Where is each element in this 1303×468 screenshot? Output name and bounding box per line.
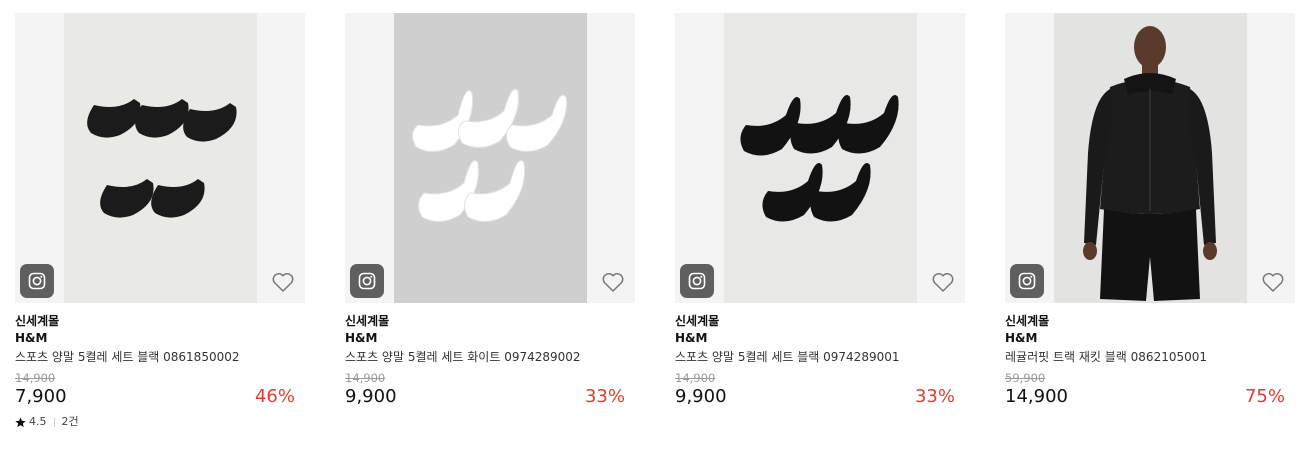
product-image	[724, 13, 917, 303]
brand-name: H&M	[675, 331, 708, 345]
product-name[interactable]: 레귤러핏 트랙 재킷 블랙 0862105001	[1005, 348, 1295, 366]
product-image	[64, 13, 257, 303]
original-price: 59,900	[1005, 371, 1046, 385]
instagram-icon[interactable]	[350, 264, 384, 298]
shop-name: 신세계몰	[15, 314, 60, 328]
product-name[interactable]: 스포츠 양말 5켤레 세트 블랙 0974289001	[675, 348, 965, 366]
divider	[53, 417, 55, 427]
discount-rate: 75%	[1244, 386, 1285, 407]
rating-summary: 4.5 2건	[15, 415, 305, 429]
review-count: 2건	[61, 415, 79, 428]
heart-icon[interactable]	[930, 269, 956, 295]
product-card[interactable]: 신세계몰 H&M 스포츠 양말 5켤레 세트 블랙 0861850002 14,…	[15, 13, 305, 429]
black-socks-icon	[740, 95, 899, 222]
sale-price: 14,900	[1005, 386, 1068, 407]
shop-name: 신세계몰	[1005, 314, 1050, 328]
product-card[interactable]: 신세계몰 H&M 스포츠 양말 5켤레 세트 블랙 0974289001 14,…	[675, 13, 965, 408]
product-name[interactable]: 스포츠 양말 5켤레 세트 블랙 0861850002	[15, 348, 305, 366]
jacket-model-icon	[1083, 26, 1217, 301]
original-price: 14,900	[345, 371, 386, 385]
brand-name: H&M	[15, 331, 48, 345]
product-thumbnail[interactable]	[675, 13, 965, 303]
sale-price: 7,900	[15, 386, 67, 407]
white-socks-icon	[412, 88, 568, 222]
product-image	[1054, 13, 1247, 303]
sale-price: 9,900	[675, 386, 727, 407]
discount-rate: 33%	[584, 386, 625, 407]
sale-price: 9,900	[345, 386, 397, 407]
product-name[interactable]: 스포츠 양말 5켤레 세트 화이트 0974289002	[345, 348, 635, 366]
original-price: 14,900	[15, 371, 56, 385]
instagram-icon[interactable]	[1010, 264, 1044, 298]
product-thumbnail[interactable]	[1005, 13, 1295, 303]
star-icon	[15, 416, 26, 427]
product-card[interactable]: 신세계몰 H&M 레귤러핏 트랙 재킷 블랙 0862105001 59,900…	[1005, 13, 1295, 408]
rating-score: 4.5	[29, 415, 47, 428]
original-price: 14,900	[675, 371, 716, 385]
shop-name: 신세계몰	[675, 314, 720, 328]
instagram-icon[interactable]	[20, 264, 54, 298]
heart-icon[interactable]	[600, 269, 626, 295]
product-thumbnail[interactable]	[345, 13, 635, 303]
brand-name: H&M	[345, 331, 378, 345]
product-thumbnail[interactable]	[15, 13, 305, 303]
product-card[interactable]: 신세계몰 H&M 스포츠 양말 5켤레 세트 화이트 0974289002 14…	[345, 13, 635, 408]
discount-rate: 33%	[914, 386, 955, 407]
heart-icon[interactable]	[270, 269, 296, 295]
black-socks-icon	[87, 99, 237, 218]
shop-name: 신세계몰	[345, 314, 390, 328]
discount-rate: 46%	[254, 386, 295, 407]
heart-icon[interactable]	[1260, 269, 1286, 295]
product-grid: 신세계몰 H&M 스포츠 양말 5켤레 세트 블랙 0861850002 14,…	[0, 0, 1303, 468]
product-image	[394, 13, 587, 303]
instagram-icon[interactable]	[680, 264, 714, 298]
brand-name: H&M	[1005, 331, 1038, 345]
